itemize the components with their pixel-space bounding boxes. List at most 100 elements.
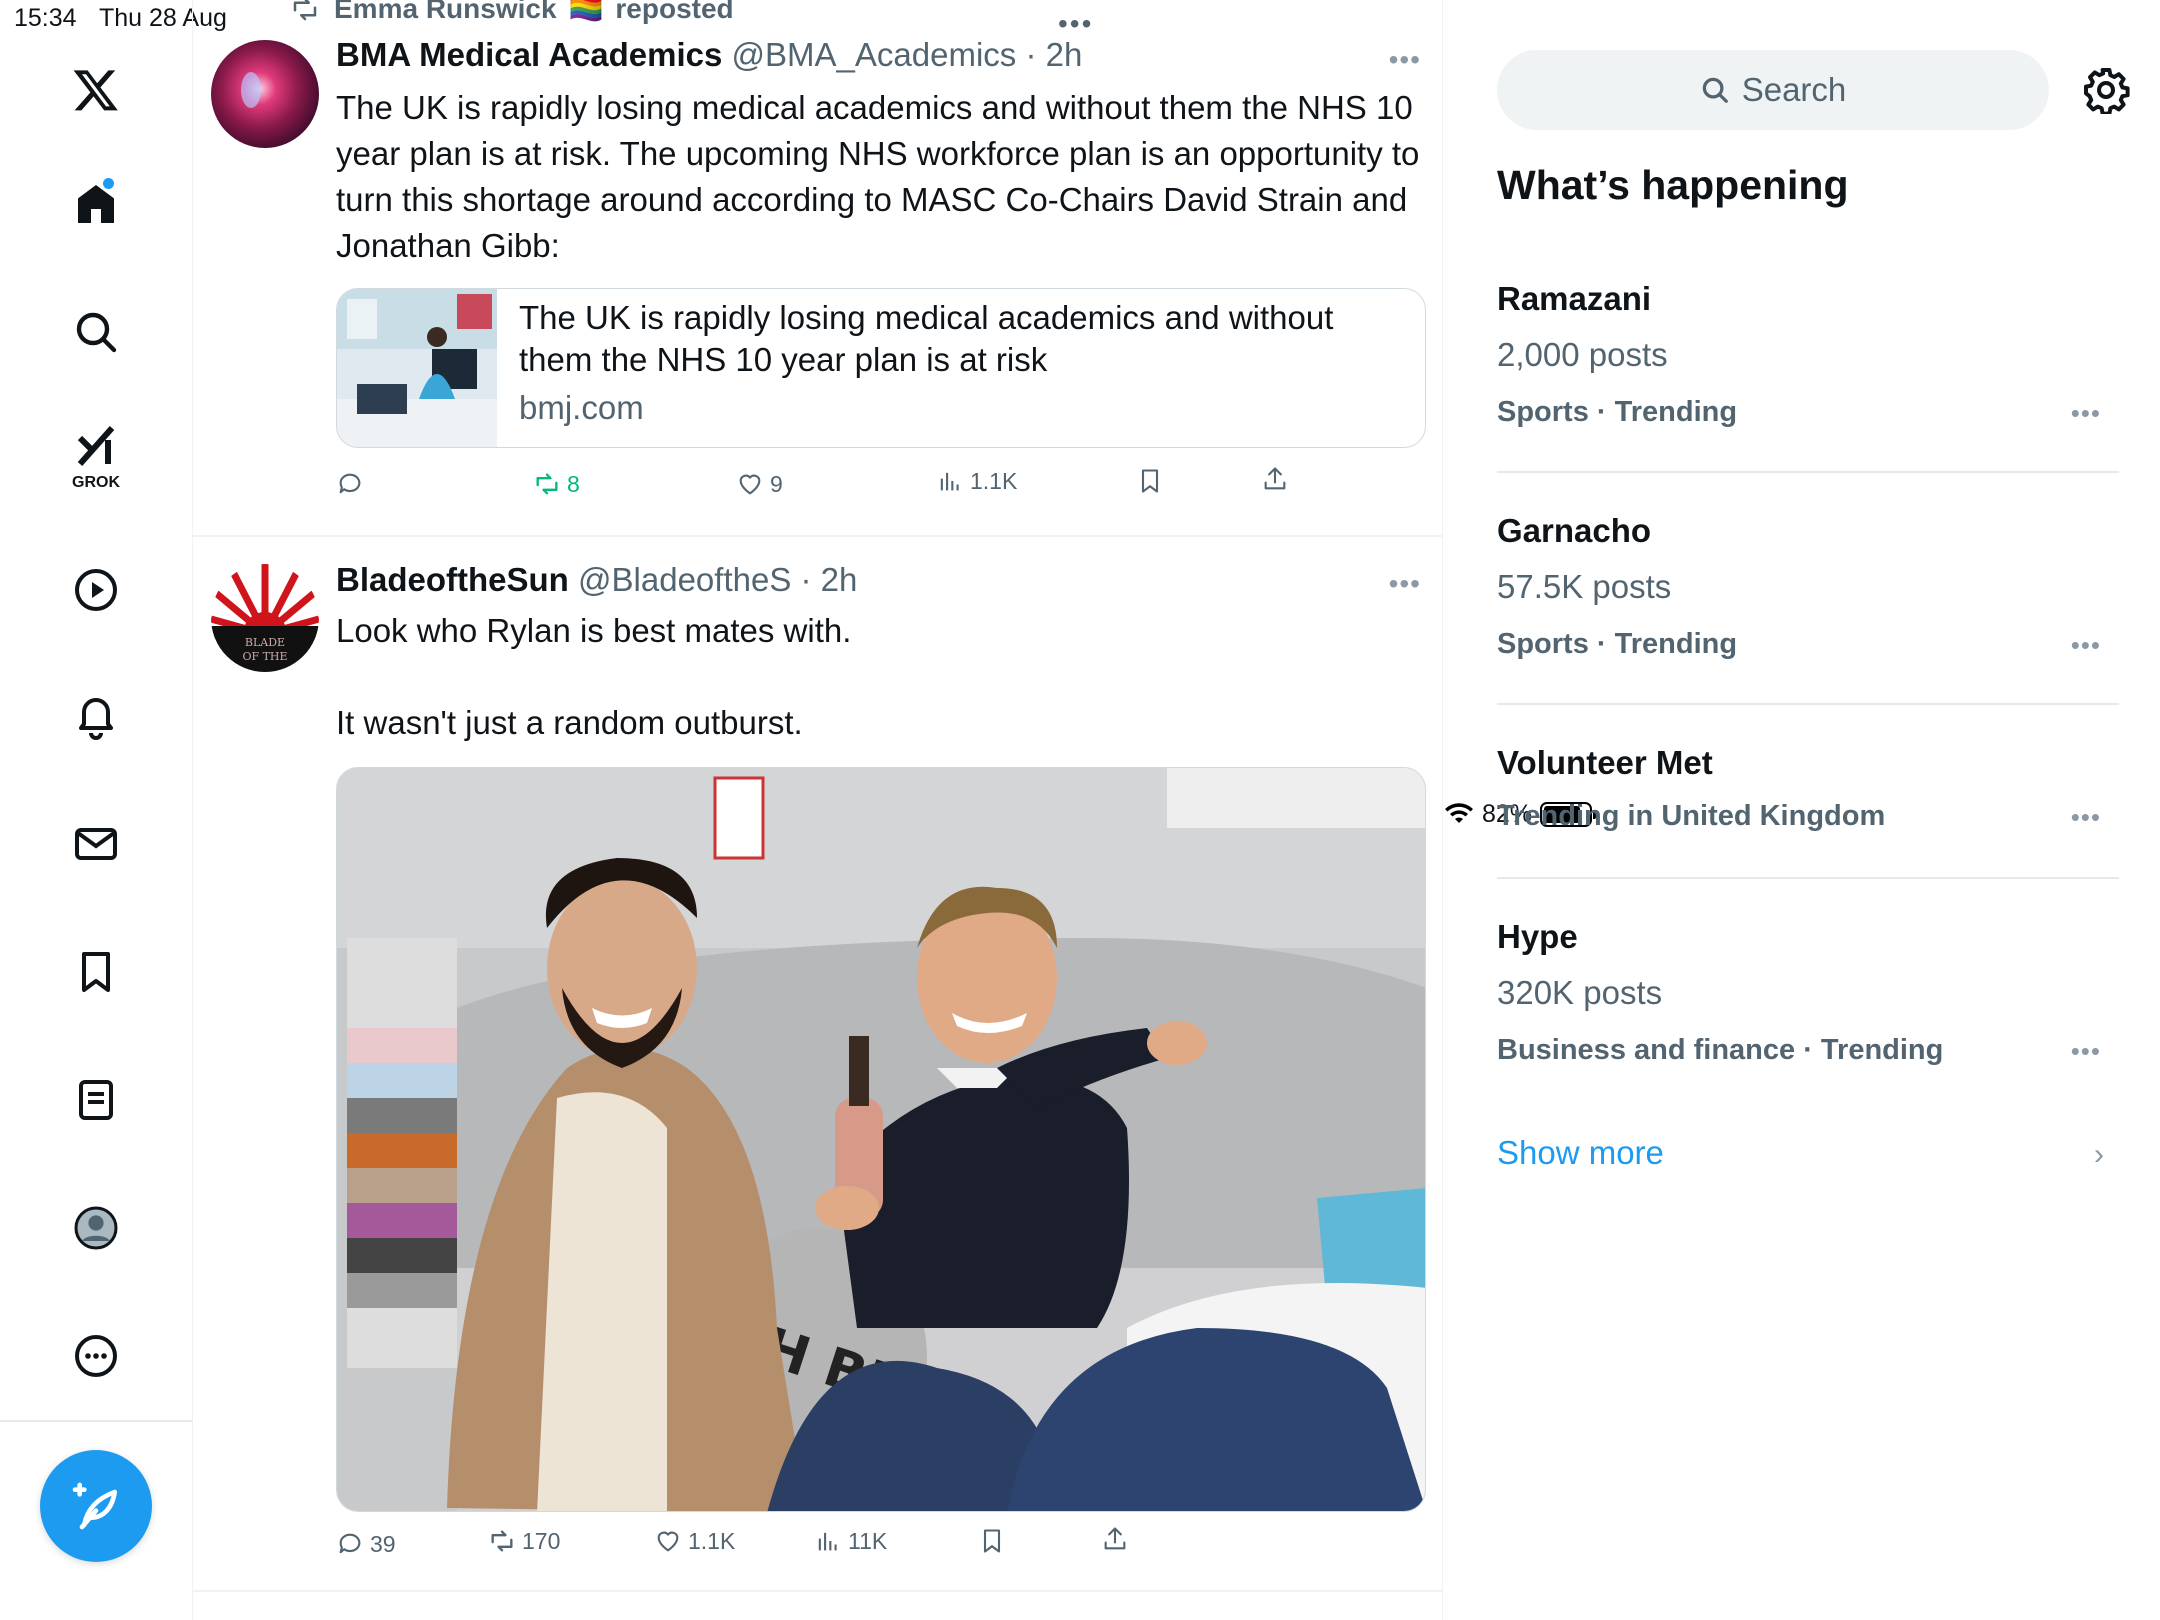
like-button[interactable]: 9 — [736, 470, 783, 498]
heart-icon — [739, 474, 761, 495]
reply-button[interactable]: 39 — [336, 1530, 396, 1558]
author-name[interactable]: BMA Medical Academics — [336, 36, 722, 73]
repost-count: 8 — [567, 470, 580, 497]
compose-post-button[interactable] — [40, 1450, 152, 1562]
views-button[interactable]: 11K — [814, 1527, 887, 1555]
author-avatar[interactable]: BLADE OF THE — [211, 564, 319, 672]
reply-button[interactable] — [336, 470, 370, 498]
settings-gear-icon[interactable] — [2082, 66, 2130, 114]
trend-count: 320K posts — [1497, 974, 1663, 1011]
repost-button[interactable]: 8 — [533, 470, 580, 498]
bookmark-icon — [1141, 469, 1159, 493]
trend-more-button[interactable]: ••• — [2071, 802, 2101, 833]
trend-category: Sports · Trending — [1497, 628, 1738, 660]
chevron-right-icon: › — [2094, 1138, 2104, 1171]
grok-label: GROK — [72, 474, 120, 491]
trend-divider — [1497, 703, 2119, 705]
trend-name: Garnacho — [1497, 512, 1652, 549]
post-more-button[interactable]: ••• — [1389, 44, 1421, 76]
share-icon — [1264, 467, 1286, 490]
search-icon — [1702, 77, 1728, 103]
notifications-bell-icon[interactable] — [58, 678, 134, 754]
link-card[interactable]: The UK is rapidly losing medical academi… — [336, 288, 1426, 448]
post-more-button[interactable]: ••• — [1389, 568, 1421, 600]
trend-count: 2,000 posts — [1497, 336, 1668, 373]
trend-divider — [1497, 877, 2119, 879]
search-placeholder: Search — [1741, 71, 1847, 108]
search-icon[interactable] — [58, 294, 134, 370]
link-card-image — [337, 289, 497, 447]
right-sidebar: Search What’s happening Ramazani 2,000 p… — [1444, 0, 2160, 1620]
post-time[interactable]: 2h — [1046, 36, 1083, 73]
author-handle[interactable]: @BladeoftheS — [578, 561, 791, 598]
share-button[interactable] — [1261, 465, 1289, 493]
search-field[interactable]: Search — [1497, 50, 2049, 130]
share-icon — [1104, 1527, 1126, 1550]
bookmark-button[interactable] — [978, 1527, 1006, 1555]
separator-dot: · — [791, 561, 821, 598]
post-text: Look who Rylan is best mates with. It wa… — [336, 612, 852, 741]
like-button[interactable]: 1.1K — [654, 1527, 735, 1555]
grok-icon[interactable]: GROK — [58, 418, 134, 494]
link-card-domain: bmj.com — [519, 389, 644, 426]
trend-name: Ramazani — [1497, 280, 1652, 317]
post-header: BladeoftheSun @BladeoftheS · 2h — [336, 561, 857, 599]
views-bars-icon — [940, 472, 959, 491]
repost-count: 170 — [522, 1527, 561, 1554]
reply-icon — [339, 473, 361, 494]
post-divider — [193, 535, 1443, 537]
link-card-title: The UK is rapidly losing medical academi… — [519, 299, 1334, 378]
post-actions: 39 170 1.1K 11K — [336, 1527, 1426, 1570]
timeline: Emma Runswick 🏳️‍🌈 reposted ••• BMA Medi… — [193, 0, 1443, 1620]
profile-avatar-icon[interactable] — [58, 1190, 134, 1266]
compose-feather-icon — [72, 1482, 117, 1530]
repost-icon — [293, 0, 317, 20]
repost-label: reposted — [615, 0, 734, 24]
trend-more-button[interactable]: ••• — [2071, 398, 2101, 429]
author-handle[interactable]: @BMA_Academics — [732, 36, 1017, 73]
post-image[interactable]: BOSH BEDS — [336, 767, 1426, 1512]
lists-icon[interactable] — [58, 1062, 134, 1138]
x-logo-icon[interactable] — [58, 52, 134, 128]
video-icon[interactable] — [58, 552, 134, 628]
views-count: 1.1K — [970, 467, 1018, 494]
trend-category: Business and finance · Trending — [1497, 1034, 1944, 1066]
messages-icon[interactable] — [58, 806, 134, 882]
trend-more-button[interactable]: ••• — [2071, 1036, 2101, 1067]
trend-category: Trending in United Kingdom — [1497, 800, 1886, 832]
author-name[interactable]: BladeoftheSun — [336, 561, 569, 598]
trend-count: 57.5K posts — [1497, 568, 1672, 605]
heart-icon — [657, 1531, 679, 1552]
trend-more-button[interactable]: ••• — [2071, 630, 2101, 661]
views-bars-icon — [818, 1532, 837, 1551]
show-more-link[interactable]: Show more — [1497, 1134, 1664, 1172]
svg-text:BLADE: BLADE — [245, 636, 285, 649]
trend-category: Sports · Trending — [1497, 396, 1738, 428]
share-button[interactable] — [1101, 1525, 1129, 1553]
views-count: 11K — [848, 1527, 888, 1554]
bookmark-button[interactable] — [1136, 467, 1164, 495]
sidebar-nav: GROK — [0, 0, 193, 1620]
more-circle-icon[interactable] — [58, 1318, 134, 1394]
bookmarks-icon[interactable] — [58, 934, 134, 1010]
like-count: 1.1K — [688, 1527, 736, 1554]
repost-icon — [536, 473, 558, 495]
bookmark-icon — [983, 1529, 1001, 1553]
rainbow-flag-emoji: 🏳️‍🌈 — [568, 0, 604, 24]
repost-indicator: Emma Runswick 🏳️‍🌈 reposted — [288, 0, 734, 25]
views-button[interactable]: 1.1K — [936, 467, 1017, 495]
post-text: The UK is rapidly losing medical academi… — [336, 89, 1429, 264]
repost-user[interactable]: Emma Runswick — [334, 0, 557, 25]
home-icon[interactable] — [58, 166, 134, 242]
post-header: BMA Medical Academics @BMA_Academics · 2… — [336, 36, 1082, 74]
repost-icon — [491, 1530, 513, 1552]
svg-text:OF THE: OF THE — [242, 650, 287, 663]
post-time[interactable]: 2h — [821, 561, 858, 598]
reply-icon — [339, 1533, 361, 1554]
whats-happening-title: What’s happening — [1497, 162, 1849, 208]
author-avatar[interactable] — [211, 40, 319, 148]
repost-button[interactable]: 170 — [488, 1527, 560, 1555]
post-actions: 8 9 1.1K — [336, 467, 1426, 510]
notification-dot — [103, 178, 114, 189]
reply-count: 39 — [370, 1530, 396, 1557]
